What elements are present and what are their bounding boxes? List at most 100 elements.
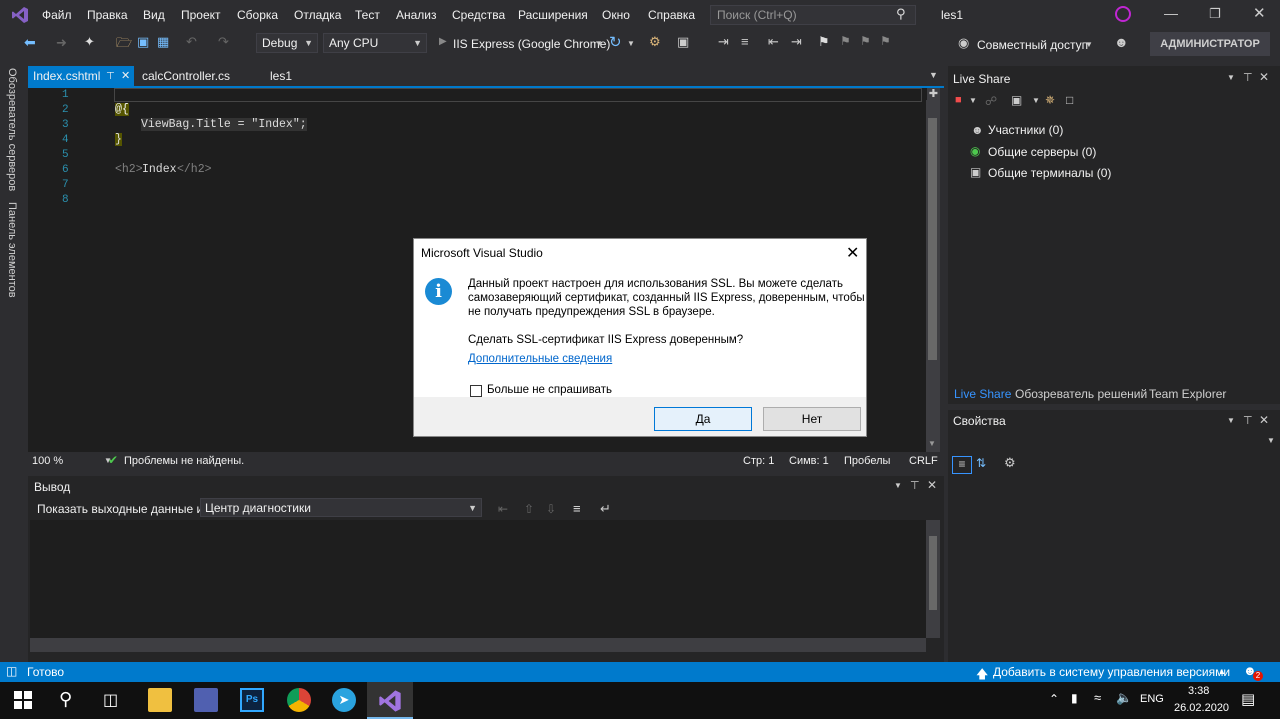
- toolbox-tab[interactable]: Панель элементов: [6, 202, 18, 298]
- close-icon[interactable]: ✕: [1259, 413, 1269, 427]
- chrome-icon[interactable]: [287, 688, 311, 712]
- chevron-down-icon[interactable]: ▼: [1032, 96, 1040, 105]
- volume-icon[interactable]: 🔈: [1116, 690, 1132, 706]
- maximize-icon[interactable]: ❐: [1209, 6, 1221, 22]
- sort-alpha-icon[interactable]: ⇅: [976, 456, 986, 470]
- property-pages-icon[interactable]: ⚙: [1004, 455, 1016, 471]
- output-hscrollbar[interactable]: [30, 638, 926, 652]
- search-icon[interactable]: ⚲: [59, 689, 72, 710]
- new-project-icon[interactable]: ✦: [84, 34, 95, 50]
- pin-icon[interactable]: ⊤: [1243, 71, 1253, 84]
- open-folder-icon[interactable]: 🗁: [116, 34, 132, 56]
- redo-icon[interactable]: ↷: [218, 34, 229, 50]
- close-icon[interactable]: ✕: [1253, 4, 1266, 22]
- chevron-down-icon[interactable]: ▼: [1085, 40, 1093, 49]
- task-view-icon[interactable]: ◫: [103, 690, 118, 710]
- file-explorer-icon[interactable]: [148, 688, 172, 712]
- next-message-icon[interactable]: ⇩: [546, 502, 556, 516]
- action-center-icon[interactable]: ▤: [1241, 690, 1255, 708]
- more-info-link[interactable]: Дополнительные сведения: [468, 352, 612, 366]
- chevron-down-icon[interactable]: ▼: [595, 39, 603, 48]
- search-icon[interactable]: ⚲: [896, 6, 906, 22]
- menu-test[interactable]: Тест: [355, 8, 380, 22]
- save-icon[interactable]: ▣: [137, 34, 149, 50]
- profile-avatar-icon[interactable]: [1115, 6, 1131, 22]
- chevron-down-icon[interactable]: ▼: [1227, 73, 1235, 82]
- tab-solution-explorer[interactable]: Обозреватель решений: [1015, 387, 1147, 401]
- clock-time[interactable]: 3:38: [1188, 685, 1209, 697]
- save-app-icon[interactable]: [194, 688, 218, 712]
- clear-all-icon[interactable]: ≡: [573, 501, 581, 516]
- find-message-icon[interactable]: ⇤: [498, 502, 508, 516]
- chevron-down-icon[interactable]: ▼: [1227, 416, 1235, 425]
- close-icon[interactable]: ✕: [927, 478, 937, 492]
- menu-window[interactable]: Окно: [602, 8, 630, 22]
- yes-button[interactable]: Да: [654, 407, 752, 431]
- close-icon[interactable]: ✕: [846, 243, 859, 263]
- wifi-icon[interactable]: ≈: [1094, 690, 1101, 705]
- pin-icon[interactable]: ⊤: [910, 479, 920, 492]
- chevron-down-icon[interactable]: ▼: [1267, 436, 1275, 445]
- menu-analyze[interactable]: Анализ: [396, 8, 437, 22]
- tab-calc-controller[interactable]: calcController.cs: [137, 66, 235, 88]
- outdent-icon[interactable]: ⇥: [791, 34, 802, 50]
- feedback-icon[interactable]: ☻: [1114, 34, 1129, 50]
- screenshot-icon[interactable]: ▣: [677, 34, 689, 50]
- chevron-down-icon[interactable]: ▼: [627, 39, 635, 48]
- indent-icon[interactable]: ⇤: [768, 34, 779, 50]
- tab-index-cshtml[interactable]: Index.cshtml ⊤ ✕: [28, 66, 134, 88]
- config-dropdown[interactable]: Debug ▼: [256, 33, 318, 53]
- stop-icon[interactable]: ■: [955, 94, 962, 106]
- add-to-source-control[interactable]: Добавить в систему управления версиями: [993, 665, 1230, 679]
- battery-icon[interactable]: ▮: [1071, 691, 1078, 705]
- split-icon[interactable]: ✚: [927, 88, 940, 100]
- search-input[interactable]: Поиск (Ctrl+Q): [710, 5, 916, 25]
- output-text-area[interactable]: [30, 520, 926, 638]
- chevron-down-icon[interactable]: ▼: [894, 481, 902, 490]
- editor-scroll-thumb[interactable]: [928, 118, 937, 360]
- prev-message-icon[interactable]: ⇧: [524, 502, 534, 516]
- pin-icon[interactable]: ⊤: [1243, 414, 1253, 427]
- zoom-level[interactable]: 100 %: [32, 455, 63, 467]
- platform-dropdown[interactable]: Any CPU ▼: [323, 33, 427, 53]
- refresh-icon[interactable]: ↻: [609, 33, 622, 51]
- no-button[interactable]: Нет: [763, 407, 861, 431]
- bookmark-icon[interactable]: ⚑: [818, 34, 830, 50]
- pin-icon[interactable]: ⊤: [106, 66, 115, 87]
- close-icon[interactable]: ✕: [1259, 70, 1269, 84]
- chevron-up-icon[interactable]: ⌃: [1049, 692, 1059, 706]
- word-wrap-icon[interactable]: ↵: [600, 501, 611, 517]
- tab-les1[interactable]: les1: [265, 66, 297, 88]
- play-icon[interactable]: ▶: [439, 36, 447, 47]
- close-icon[interactable]: ✕: [121, 66, 130, 87]
- share-screen-icon[interactable]: ▣: [1011, 93, 1022, 107]
- clock-date[interactable]: 26.02.2020: [1174, 702, 1229, 714]
- dont-ask-checkbox[interactable]: [470, 385, 482, 397]
- run-target-button[interactable]: IIS Express (Google Chrome): [453, 37, 610, 51]
- server-explorer-tab[interactable]: Обозреватель серверов: [6, 68, 18, 191]
- tab-team-explorer[interactable]: Team Explorer: [1149, 387, 1226, 401]
- tab-overflow-icon[interactable]: ▼: [929, 70, 938, 80]
- bookmark-next-icon[interactable]: ⚑: [860, 34, 871, 48]
- forward-icon[interactable]: ➜: [56, 35, 67, 51]
- visual-studio-taskbar-icon[interactable]: [378, 689, 402, 713]
- menu-extensions[interactable]: Расширения: [518, 8, 588, 22]
- copy-link-icon[interactable]: ☍: [985, 94, 997, 108]
- categorized-icon[interactable]: ≡: [952, 456, 972, 474]
- browser-link-icon[interactable]: ⚙: [649, 34, 661, 50]
- live-share-icon[interactable]: ◉: [958, 35, 969, 51]
- photoshop-icon[interactable]: Ps: [240, 688, 264, 712]
- chevron-up-icon[interactable]: ▲: [1218, 667, 1226, 676]
- menu-file[interactable]: Файл: [42, 8, 72, 22]
- undo-icon[interactable]: ↶: [186, 34, 197, 50]
- menu-tools[interactable]: Средства: [452, 8, 505, 22]
- menu-help[interactable]: Справка: [648, 8, 695, 22]
- tab-live-share[interactable]: Live Share: [954, 387, 1011, 401]
- dont-ask-label[interactable]: Больше не спрашивать: [487, 384, 612, 396]
- menu-debug[interactable]: Отладка: [294, 8, 341, 22]
- account-button[interactable]: АДМИНИСТРАТОР: [1150, 32, 1270, 56]
- scroll-down-icon[interactable]: ▼: [928, 439, 936, 448]
- back-icon[interactable]: ⬅: [24, 34, 36, 51]
- step-over-icon[interactable]: ⇥: [718, 34, 729, 50]
- comment-icon[interactable]: ≡: [741, 34, 749, 49]
